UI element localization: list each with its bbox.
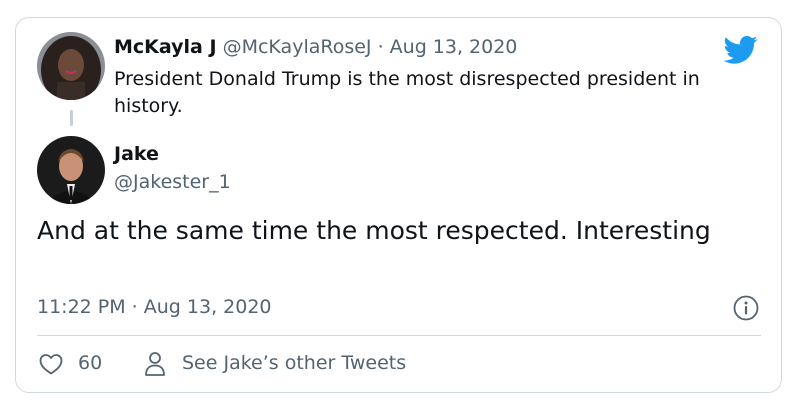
reply-avatar[interactable] bbox=[37, 136, 105, 204]
person-icon[interactable] bbox=[144, 351, 166, 377]
parent-author-meta[interactable]: @McKaylaRoseJ · Aug 13, 2020 bbox=[223, 36, 518, 58]
embedded-tweet-card[interactable]: McKayla J @McKaylaRoseJ · Aug 13, 2020 P… bbox=[15, 17, 782, 393]
see-other-tweets-link[interactable]: See Jake’s other Tweets bbox=[182, 352, 406, 374]
like-count[interactable]: 60 bbox=[78, 352, 102, 374]
reply-tweet-text: And at the same time the most respected.… bbox=[37, 216, 711, 245]
divider bbox=[37, 335, 761, 336]
reply-author-handle[interactable]: @Jakester_1 bbox=[114, 171, 231, 193]
info-icon[interactable] bbox=[733, 295, 759, 321]
heart-icon[interactable] bbox=[39, 353, 63, 375]
thread-connector-line bbox=[70, 110, 73, 126]
twitter-bird-icon[interactable] bbox=[724, 35, 758, 65]
parent-tweet-header: McKayla J @McKaylaRoseJ · Aug 13, 2020 bbox=[114, 36, 517, 58]
parent-avatar[interactable] bbox=[37, 32, 105, 100]
tweet-timestamp[interactable]: 11:22 PM · Aug 13, 2020 bbox=[37, 296, 272, 318]
parent-tweet-text: President Donald Trump is the most disre… bbox=[114, 68, 700, 117]
reply-author-name[interactable]: Jake bbox=[114, 143, 159, 165]
parent-author-name[interactable]: McKayla J bbox=[114, 36, 217, 58]
